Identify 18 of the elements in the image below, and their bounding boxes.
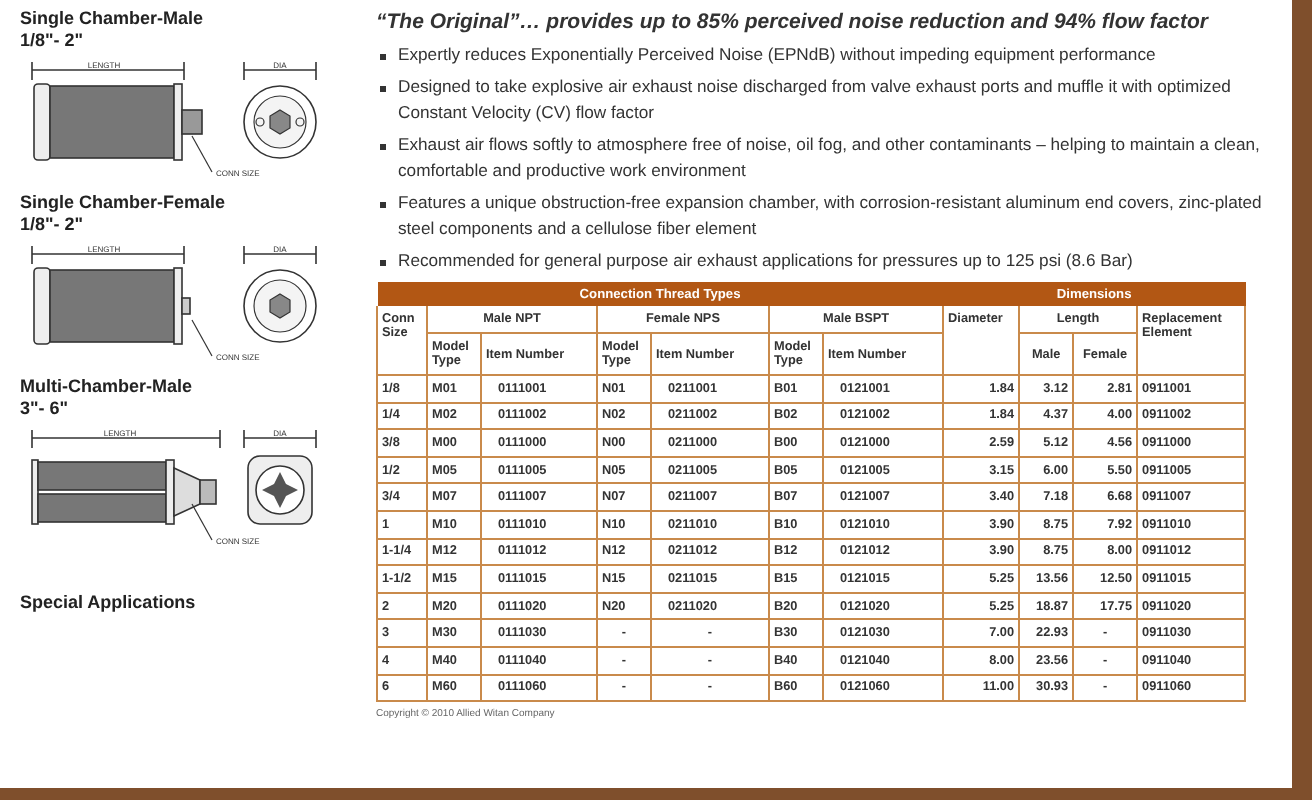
bullet-icon: [380, 144, 386, 150]
product-title: Multi-Chamber-Male: [20, 376, 195, 398]
headline: “The Original”… provides up to 85% perceived noise reduction and 94% flow factor: [376, 10, 1211, 34]
bullet-text: Recommended for general purpose air exhaust applications for pressures up to 125 psi (8.6 Bar): [398, 248, 1135, 274]
bullet-text: Designed to take explosive air exhaust noise discharged from valve exhaust ports and muffle it with optimized Constant Velocity (CV) flow factor: [398, 74, 1233, 126]
product-title: Single Chamber-Female: [20, 192, 228, 214]
bullet-icon: [380, 260, 386, 266]
bullet-text: Exhaust air flows softly to atmosphere free of noise, oil fog, and other contaminants – helping to maintain a clean, comfortable and productive work environment: [398, 132, 1262, 184]
size-range: 1/8"- 2": [20, 30, 86, 52]
bullet-text: Expertly reduces Exponentially Perceived Noise (EPNdB) without impeding equipment performance: [398, 42, 1158, 68]
size-range: 3"- 6": [20, 398, 71, 420]
section-heading: Special Applications: [20, 592, 198, 612]
bullet-text: Features a unique obstruction-free expansion chamber, with corrosion-resistant aluminum end covers, zinc-plated steel components and a cellulose fiber element: [398, 190, 1264, 242]
bullet-icon: [380, 86, 386, 92]
product-title: Single Chamber-Male: [20, 8, 206, 30]
bullet-icon: [380, 54, 386, 60]
size-range: 1/8"- 2": [20, 214, 86, 236]
bullet-icon: [380, 202, 386, 208]
